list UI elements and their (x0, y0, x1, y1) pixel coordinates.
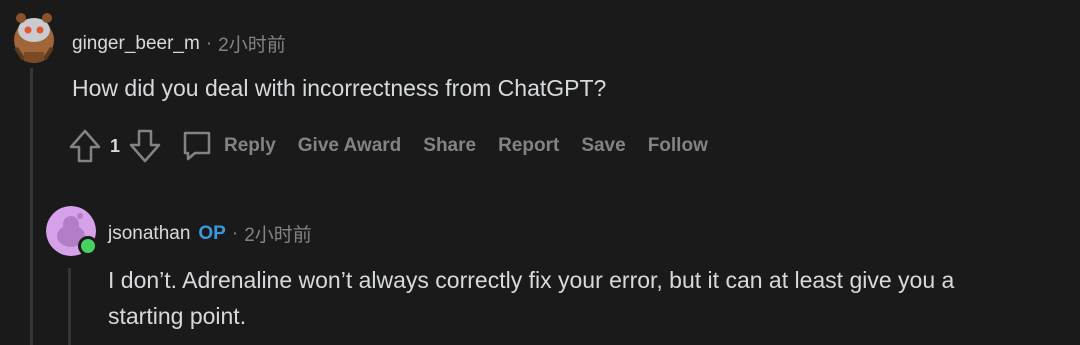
reply-icon[interactable] (180, 128, 214, 164)
save-button[interactable]: Save (581, 135, 625, 157)
report-button[interactable]: Report (498, 135, 559, 157)
comment-2-meta: jsonathan OP · 2小时前 (108, 220, 312, 247)
follow-button[interactable]: Follow (648, 135, 708, 157)
comment-2-line-1: I don’t. Adrenaline won’t always correct… (108, 267, 955, 293)
downvote-icon[interactable] (128, 128, 162, 164)
username[interactable]: jsonathan (108, 223, 190, 245)
comment-2-line-2: starting point. (108, 303, 247, 329)
thread-line-1[interactable] (30, 68, 33, 345)
comment-1-actions: 1 Reply Give Award Share Report Save Fol… (68, 126, 730, 166)
vote-count: 1 (110, 135, 121, 156)
thread-line-2[interactable] (68, 268, 71, 345)
avatar-ginger-beer-m[interactable] (8, 8, 60, 63)
op-badge: OP (198, 222, 226, 244)
timestamp[interactable]: 2小时前 (244, 220, 312, 247)
reply-button[interactable]: Reply (224, 135, 276, 157)
share-button[interactable]: Share (423, 135, 476, 157)
username[interactable]: ginger_beer_m (72, 33, 200, 55)
upvote-icon[interactable] (68, 128, 102, 164)
online-status-icon (78, 236, 98, 256)
separator: · (231, 222, 239, 244)
give-award-button[interactable]: Give Award (298, 135, 402, 157)
comment-1-meta: ginger_beer_m · 2小时前 (72, 30, 286, 57)
snoo-avatar-icon (8, 8, 60, 63)
comment-1-text: How did you deal with incorrectness from… (72, 75, 607, 101)
timestamp[interactable]: 2小时前 (218, 30, 286, 57)
separator: · (205, 32, 213, 54)
comment-2-text: I don’t. Adrenaline won’t always correct… (108, 262, 954, 334)
